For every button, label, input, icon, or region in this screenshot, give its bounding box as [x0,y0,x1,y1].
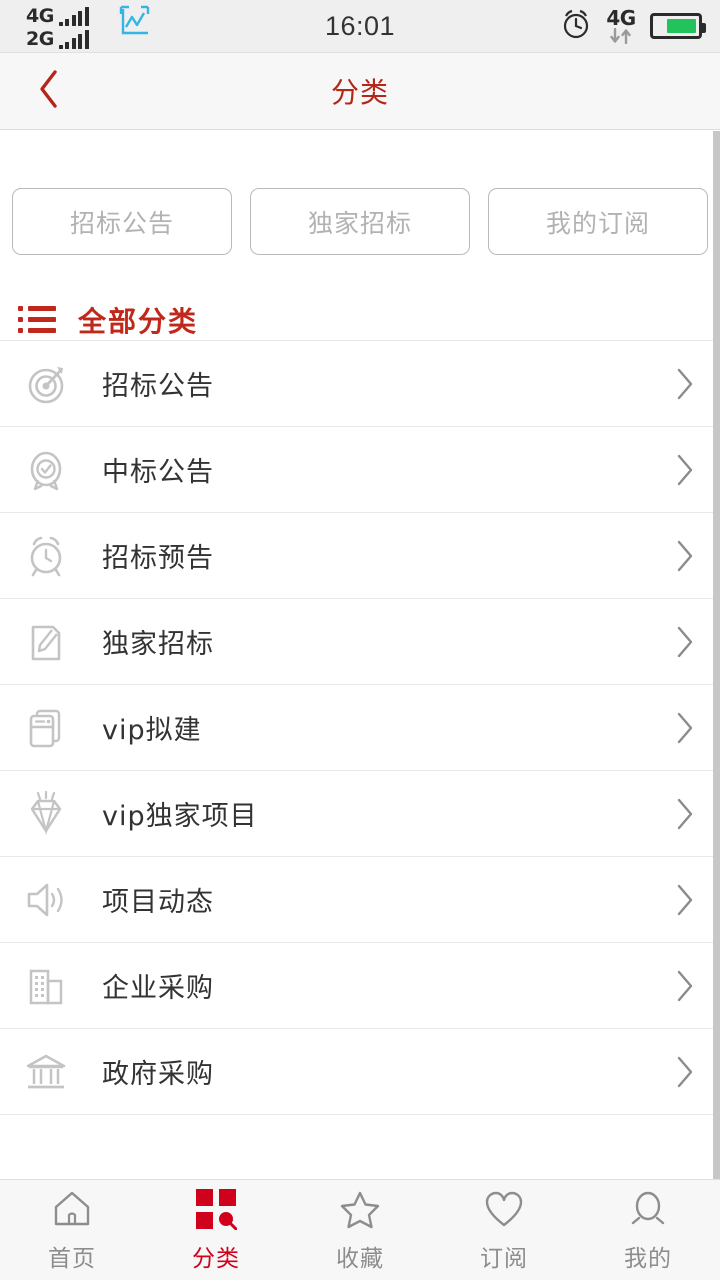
page-header: 分类 [0,53,720,130]
person-icon [627,1187,669,1231]
category-row-government-procurement[interactable]: 政府采购 [0,1029,720,1115]
category-row-winning-notice[interactable]: 中标公告 [0,427,720,513]
category-row-enterprise-procurement[interactable]: 企业采购 [0,943,720,1029]
chevron-right-icon [674,796,696,832]
tab-categories[interactable]: 分类 [144,1180,288,1280]
speaker-icon [18,872,74,928]
filter-button-bid-notice[interactable]: 招标公告 [12,188,232,255]
tab-favorites[interactable]: 收藏 [288,1180,432,1280]
category-row-vip-exclusive-project[interactable]: vip独家项目 [0,771,720,857]
chevron-right-icon [674,882,696,918]
chevron-right-icon [674,1054,696,1090]
check-circle-icon [18,442,74,498]
category-row-bid-preannounce[interactable]: 招标预告 [0,513,720,599]
status-bar: 4G 2G 16:01 4G [0,0,720,53]
chevron-right-icon [674,968,696,1004]
category-row-project-updates[interactable]: 项目动态 [0,857,720,943]
bank-building-icon [18,1044,74,1100]
chevron-right-icon [674,710,696,746]
all-categories-section-header: 全部分类 [0,255,720,341]
filter-button-row: 招标公告 独家招标 我的订阅 [0,130,720,255]
chevron-right-icon [674,366,696,402]
grid-search-icon [196,1187,238,1231]
category-label: 项目动态 [102,887,214,918]
tab-mine[interactable]: 我的 [576,1180,720,1280]
category-row-exclusive-bid[interactable]: 独家招标 [0,599,720,685]
category-label: 招标公告 [102,371,214,402]
tab-subscriptions[interactable]: 订阅 [432,1180,576,1280]
vertical-scrollbar[interactable] [713,131,720,1195]
bottom-tab-bar: 首页 分类 收藏 订阅 我的 [0,1179,720,1280]
edit-pencil-icon [18,614,74,670]
battery-level-fill [667,19,696,33]
tab-label: 首页 [48,1246,96,1272]
chevron-right-icon [674,624,696,660]
page-title: 分类 [330,76,389,109]
diamond-icon [18,786,74,842]
section-title: 全部分类 [78,304,199,338]
category-label: 独家招标 [102,629,214,660]
category-label: 政府采购 [102,1059,214,1090]
star-icon [339,1187,381,1231]
category-label: 中标公告 [102,457,214,488]
list-lines-icon [18,306,56,333]
card-stack-icon [18,700,74,756]
filter-button-exclusive-bid[interactable]: 独家招标 [250,188,470,255]
battery-icon [650,13,706,39]
target-icon [18,356,74,412]
back-button[interactable] [18,53,80,129]
tab-label: 收藏 [336,1246,384,1272]
category-label: vip拟建 [102,715,202,746]
category-label: vip独家项目 [102,801,258,832]
tab-label: 订阅 [480,1246,528,1272]
category-label: 企业采购 [102,973,214,1004]
status-bar-clock: 16:01 [324,10,396,41]
tab-label: 分类 [192,1246,240,1272]
category-row-vip-planned[interactable]: vip拟建 [0,685,720,771]
tab-label: 我的 [624,1246,672,1272]
chevron-right-icon [674,452,696,488]
home-icon [51,1187,93,1231]
chevron-right-icon [674,538,696,574]
category-label: 招标预告 [102,543,214,574]
chevron-left-icon [37,68,61,114]
scroll-content: 招标公告 独家招标 我的订阅 全部分类 招标公告 中标公告 招标预告 独家招标 … [0,130,720,1178]
office-building-icon [18,958,74,1014]
tab-home[interactable]: 首页 [0,1180,144,1280]
alarm-clock-icon [18,528,74,584]
category-row-bid-notice[interactable]: 招标公告 [0,341,720,427]
heart-icon [483,1187,525,1231]
filter-button-my-subscription[interactable]: 我的订阅 [488,188,708,255]
